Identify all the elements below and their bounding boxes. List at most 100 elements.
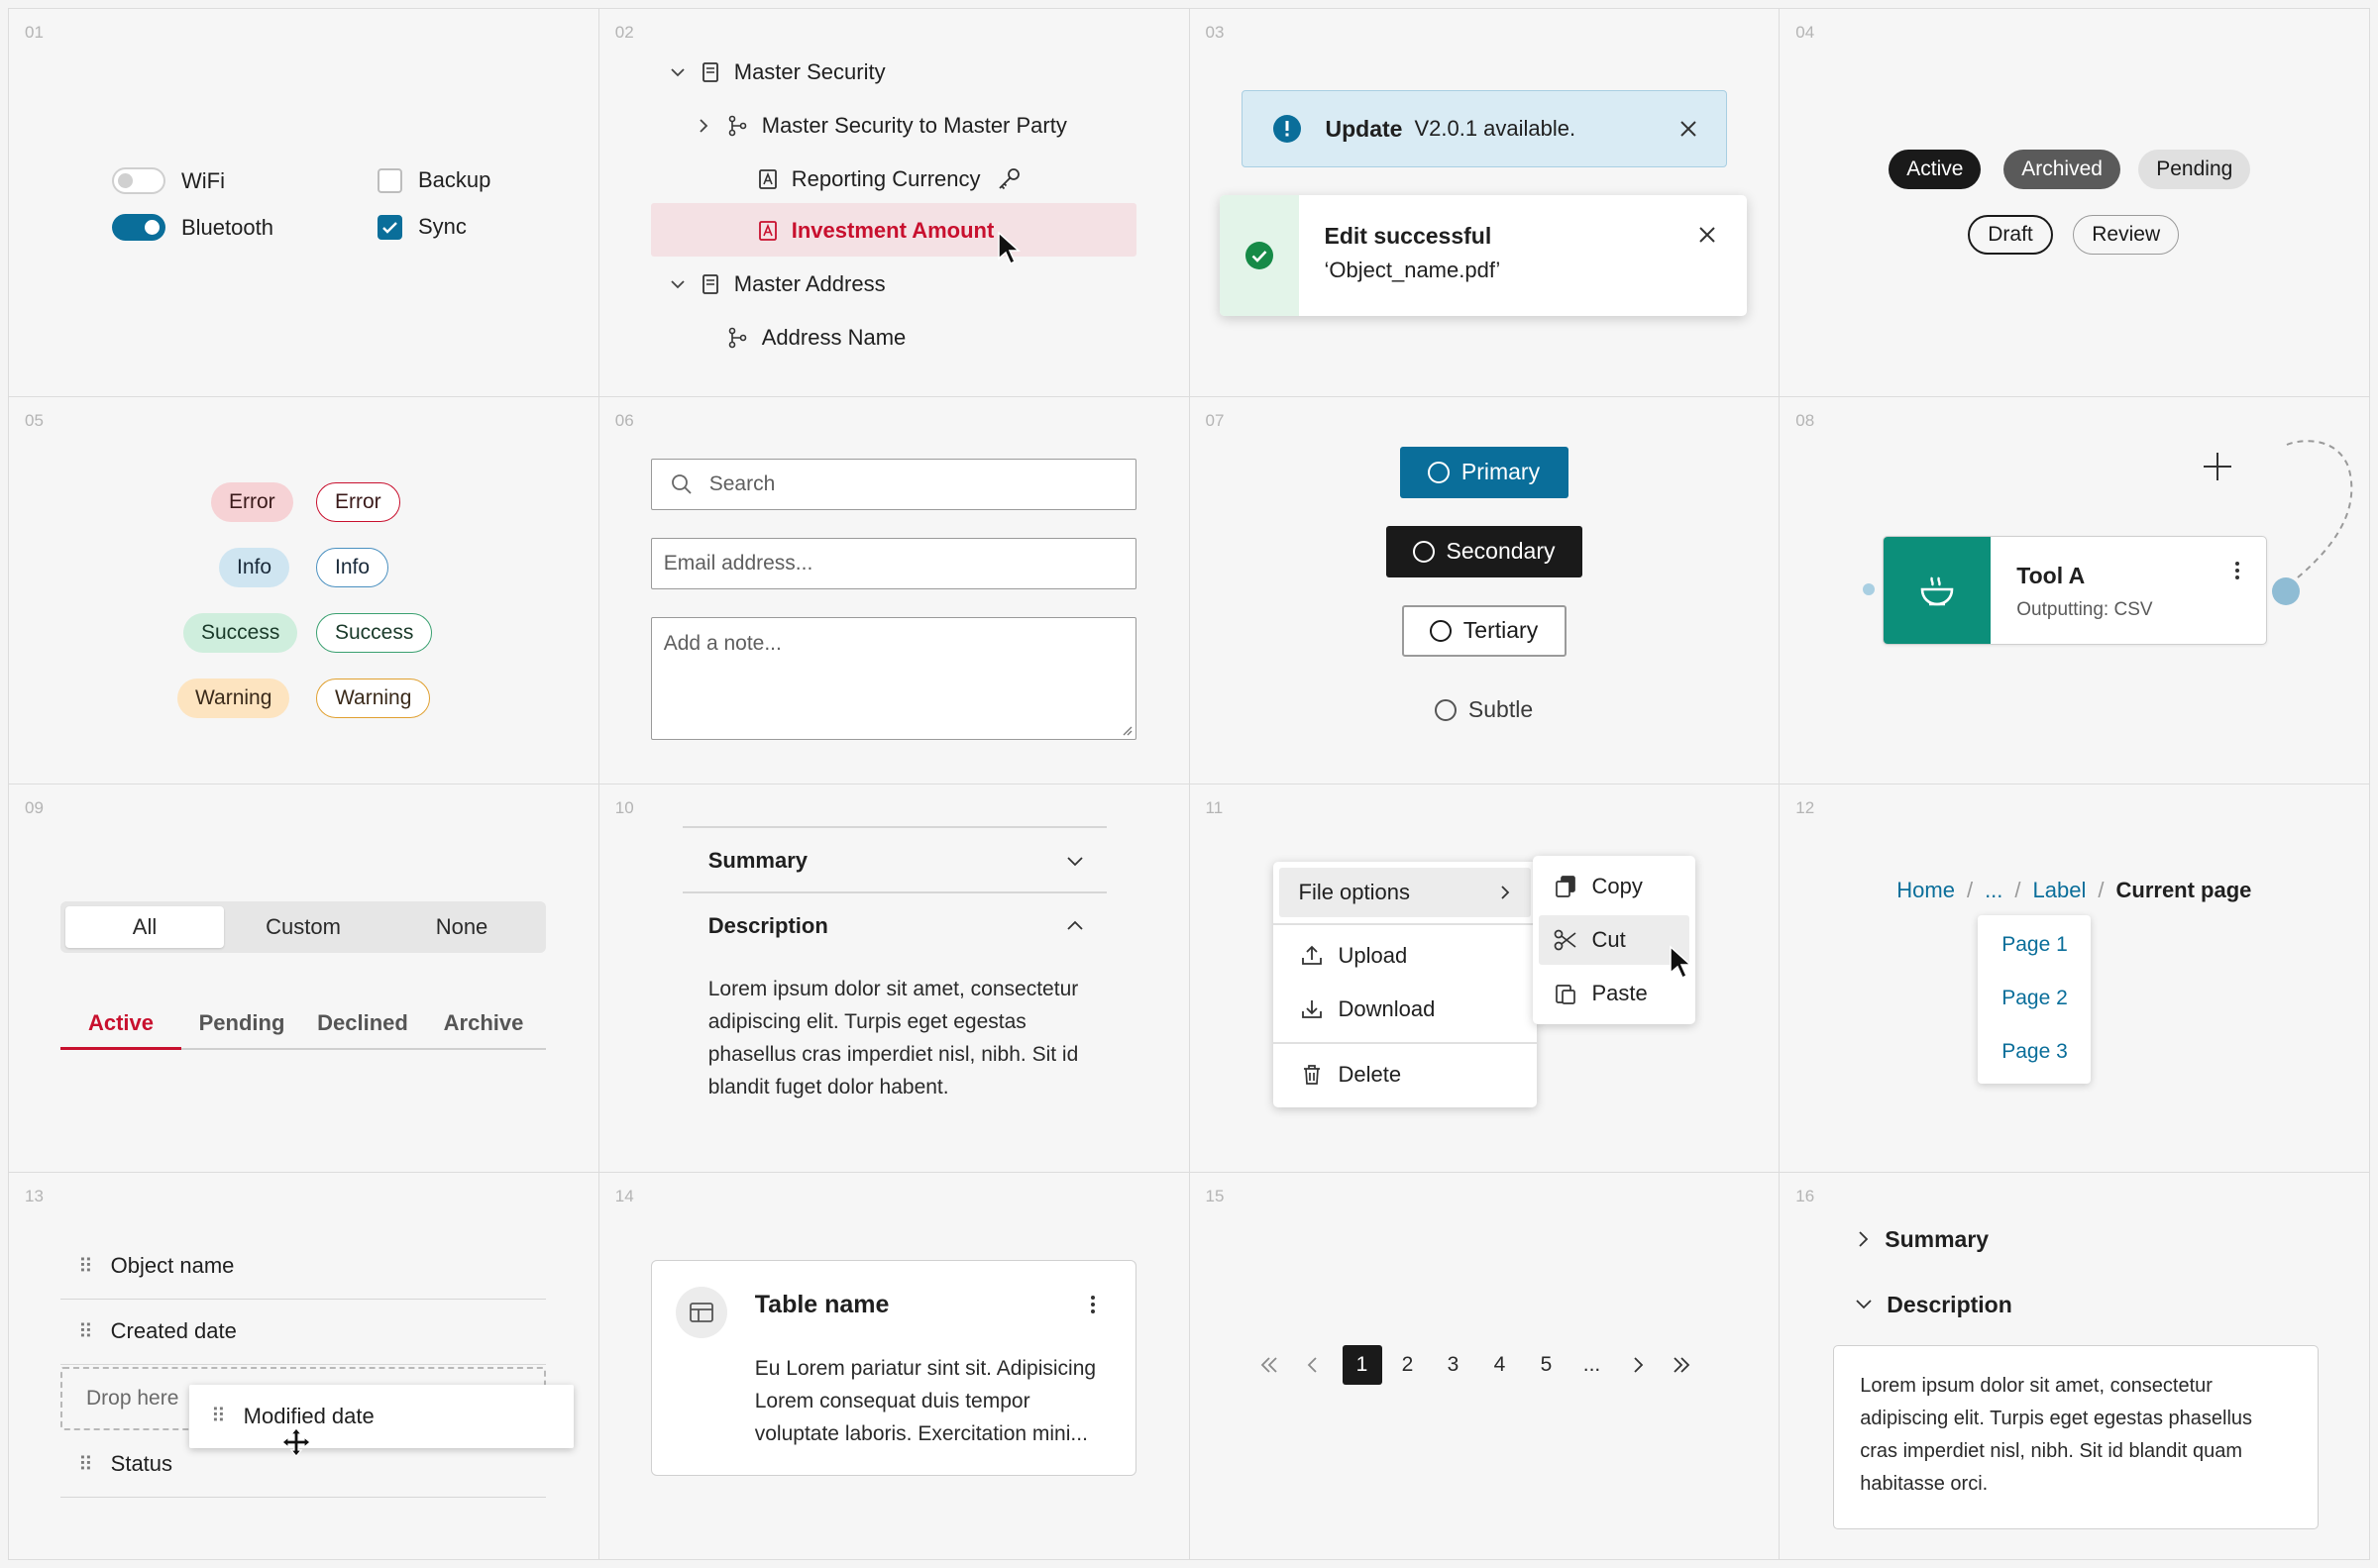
email-placeholder: Email address... (663, 551, 813, 575)
secondary-button[interactable]: Secondary (1385, 525, 1582, 577)
tree-item-investment-amount[interactable]: Investment Amount (758, 205, 994, 257)
add-crosshair-icon[interactable] (2200, 449, 2235, 484)
menu-item-download[interactable]: Download (1279, 985, 1531, 1034)
breadcrumb-ellipsis[interactable]: ... (1985, 878, 2002, 903)
email-field[interactable]: Email address... (650, 537, 1136, 589)
chip-draft[interactable]: Draft (1968, 215, 2053, 255)
note-textarea[interactable]: Add a note... (650, 616, 1136, 740)
breadcrumb-label[interactable]: Label (2033, 878, 2087, 903)
cell-number: 15 (1205, 1186, 1225, 1205)
overflow-page-2[interactable]: Page 2 (2001, 987, 2068, 1010)
disclosure-description-label: Description (1887, 1291, 2012, 1317)
table-card[interactable]: Table name Eu Lorem pariatur sint sit. A… (650, 1259, 1136, 1476)
tree-item-address-name[interactable]: Address Name (726, 312, 906, 364)
tab-declined[interactable]: Declined (302, 1004, 423, 1048)
input-port[interactable] (1863, 582, 1876, 595)
segment-none[interactable]: None (382, 906, 541, 948)
drag-handle-icon[interactable]: ⠿ (78, 1452, 93, 1477)
accordion-description-body: Lorem ipsum dolor sit amet, consectetur … (707, 978, 1079, 1098)
list-item-label: Created date (110, 1318, 237, 1343)
scissors-icon (1554, 929, 1576, 951)
cut-label: Cut (1591, 927, 1626, 952)
copy-icon (1555, 876, 1575, 897)
drag-handle-icon[interactable]: ⠿ (78, 1254, 93, 1279)
primary-label: Primary (1460, 459, 1541, 484)
page-3-button[interactable]: 3 (1434, 1345, 1473, 1385)
tree-item-master-security[interactable]: Master Security (669, 47, 886, 98)
tool-card[interactable]: Tool A Outputting: CSV (1883, 535, 2268, 645)
more-options-icon[interactable] (1090, 1295, 1096, 1314)
sync-checkbox-row[interactable]: Sync (378, 214, 467, 240)
page-5-button[interactable]: 5 (1527, 1345, 1567, 1385)
tool-title: Tool A (2016, 562, 2086, 588)
next-page-button[interactable] (1618, 1345, 1658, 1385)
key-icon (998, 168, 1020, 190)
dragged-list-item[interactable]: ⠿ Modified date (189, 1384, 574, 1448)
close-icon[interactable] (1678, 119, 1698, 139)
primary-button[interactable]: Primary (1399, 446, 1568, 498)
subtle-button[interactable]: Subtle (1412, 684, 1557, 736)
tree-item-master-security-to-party[interactable]: Master Security to Master Party (695, 100, 1067, 152)
search-input[interactable]: Search (650, 458, 1136, 510)
segment-custom[interactable]: Custom (224, 906, 382, 948)
tab-pending[interactable]: Pending (181, 1004, 302, 1048)
accordion-description-header[interactable]: Description (708, 913, 1085, 939)
first-page-button[interactable] (1249, 1345, 1289, 1385)
close-icon[interactable] (1697, 225, 1717, 245)
more-options-icon[interactable] (2234, 561, 2240, 580)
list-item[interactable]: ⠿ Created date (60, 1300, 546, 1365)
wifi-toggle[interactable] (112, 167, 165, 194)
tree-item-reporting-currency[interactable]: Reporting Currency (758, 154, 1023, 205)
info-icon (1272, 115, 1301, 143)
drag-handle-icon[interactable]: ⠿ (211, 1404, 226, 1428)
cell-drag-list: 13 ⠿ Object name ⠿ Created date Drop her… (9, 1172, 599, 1560)
download-label: Download (1338, 996, 1436, 1021)
page-1-button[interactable]: 1 (1342, 1344, 1382, 1385)
last-page-button[interactable] (1662, 1345, 1701, 1385)
page-4-button[interactable]: 4 (1480, 1345, 1520, 1385)
chip-pending[interactable]: Pending (2138, 150, 2251, 189)
cell-number: 04 (1795, 23, 1815, 42)
menu-item-copy[interactable]: Copy (1539, 862, 1689, 911)
output-port[interactable] (2272, 576, 2301, 605)
segment-all[interactable]: All (65, 906, 224, 948)
cell-number: 16 (1795, 1186, 1815, 1205)
disclosure-summary-label: Summary (1885, 1225, 1990, 1252)
sync-checkbox[interactable] (378, 214, 402, 240)
overflow-page-1[interactable]: Page 1 (2001, 933, 2068, 957)
wifi-toggle-row[interactable]: WiFi (112, 167, 225, 194)
tertiary-button[interactable]: Tertiary (1401, 604, 1567, 657)
accordion-summary-header[interactable]: Summary (708, 848, 1085, 874)
cell-number: 09 (25, 798, 44, 817)
move-cursor-icon (281, 1426, 311, 1457)
backup-checkbox[interactable] (378, 167, 402, 193)
cell-number: 12 (1795, 798, 1815, 817)
drag-handle-icon[interactable]: ⠿ (78, 1319, 93, 1344)
cell-number: 01 (25, 23, 44, 42)
list-item[interactable]: ⠿ Object name (60, 1234, 546, 1300)
bluetooth-toggle-row[interactable]: Bluetooth (112, 214, 273, 241)
chip-archived[interactable]: Archived (2003, 150, 2120, 189)
tab-archive[interactable]: Archive (423, 1004, 544, 1048)
tab-active[interactable]: Active (60, 1004, 181, 1050)
disclosure-summary-header[interactable]: Summary (1855, 1226, 1989, 1253)
chip-review[interactable]: Review (2073, 215, 2180, 255)
cell-semantic-chips: 05 Error Error Info Info Success Success… (9, 396, 599, 784)
disclosure-description-header[interactable]: Description (1855, 1292, 2012, 1318)
menu-item-upload[interactable]: Upload (1279, 931, 1531, 981)
overflow-page-3[interactable]: Page 3 (2001, 1040, 2068, 1064)
wifi-label: WiFi (181, 167, 225, 193)
backup-checkbox-row[interactable]: Backup (378, 167, 490, 193)
card-body: Eu Lorem pariatur sint sit. Adipisicing … (754, 1356, 1097, 1445)
download-icon (1301, 1000, 1322, 1018)
breadcrumb-home[interactable]: Home (1896, 878, 1955, 903)
menu-item-delete[interactable]: Delete (1279, 1050, 1531, 1099)
tree-item-master-address[interactable]: Master Address (669, 259, 886, 310)
menu-item-file-options[interactable]: File options (1278, 868, 1531, 917)
bluetooth-toggle[interactable] (112, 214, 165, 241)
circle-icon (1434, 698, 1457, 721)
chip-active[interactable]: Active (1889, 150, 1982, 189)
previous-page-button[interactable] (1293, 1345, 1333, 1385)
paste-icon (1555, 985, 1575, 1004)
page-2-button[interactable]: 2 (1388, 1345, 1428, 1385)
